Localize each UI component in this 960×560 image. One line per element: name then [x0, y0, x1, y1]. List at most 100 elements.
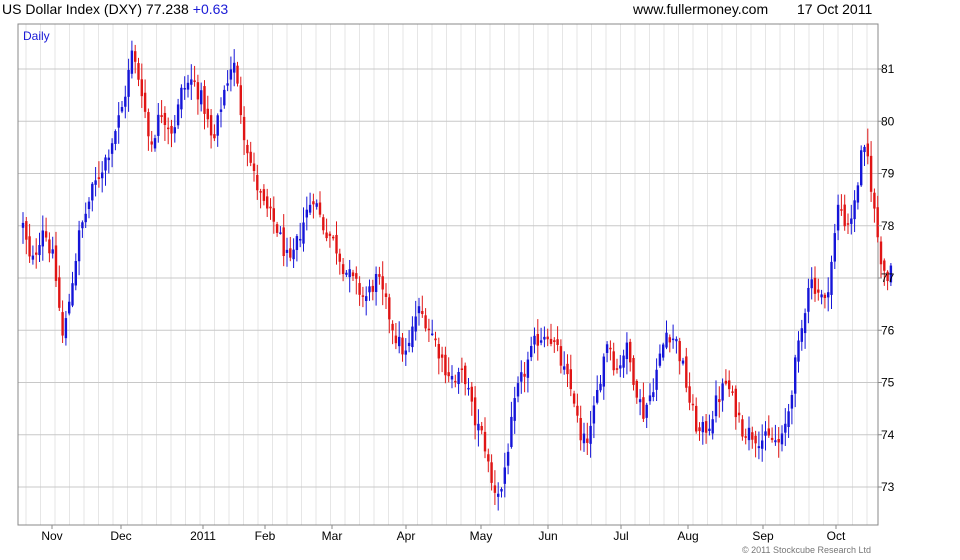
- candlestick: [318, 191, 322, 218]
- candlestick: [226, 70, 229, 92]
- candlestick: [407, 330, 411, 353]
- candlestick: [150, 130, 153, 152]
- candlestick: [856, 182, 860, 210]
- candlestick: [691, 394, 695, 411]
- y-tick-label: 75: [881, 376, 895, 390]
- candlestick: [741, 415, 744, 441]
- candlestick: [876, 195, 879, 243]
- candlestick: [285, 237, 289, 267]
- candlestick: [747, 416, 751, 451]
- candlestick: [658, 344, 662, 368]
- candlestick: [536, 319, 539, 361]
- candlestick: [704, 414, 708, 444]
- candlestick: [668, 334, 671, 353]
- x-tick-label: Feb: [255, 529, 276, 543]
- candlestick: [767, 415, 770, 438]
- candlestick: [553, 337, 556, 353]
- candlestick: [302, 207, 305, 252]
- candlestick: [140, 63, 143, 108]
- candlestick: [374, 266, 378, 306]
- candlestick: [28, 223, 31, 263]
- candlestick: [655, 358, 658, 401]
- candlestick: [338, 248, 341, 275]
- price-chart: Daily 73 74 75 76 77 78 79 80 81 Nov Dec 2011 Feb Ma…: [17, 23, 895, 543]
- candlestick: [289, 236, 292, 262]
- candlestick: [543, 326, 546, 348]
- x-tick-label: 2011: [190, 529, 216, 543]
- candlestick: [500, 487, 503, 498]
- candlestick: [671, 324, 675, 349]
- candlestick: [820, 289, 823, 305]
- candlestick: [213, 124, 216, 142]
- candlestick: [563, 351, 566, 375]
- candlestick: [421, 295, 424, 318]
- candlestick: [120, 100, 124, 114]
- candlestick: [190, 64, 193, 100]
- x-tick-label: Aug: [677, 529, 698, 543]
- candlestick: [94, 167, 97, 197]
- candlestick: [206, 95, 209, 128]
- candlestick: [800, 319, 803, 351]
- candlestick: [282, 214, 285, 267]
- candlestick: [147, 108, 150, 151]
- candlestick: [813, 266, 817, 302]
- candlestick: [64, 310, 68, 346]
- candlestick: [322, 214, 325, 235]
- candlestick: [810, 267, 813, 300]
- candlestick: [348, 259, 351, 293]
- candlestick: [477, 409, 480, 447]
- candlestick: [780, 425, 784, 452]
- candlestick: [602, 353, 605, 400]
- candlestick: [368, 279, 371, 301]
- x-tick-label: Dec: [110, 529, 131, 543]
- candlestick: [44, 217, 48, 242]
- candlestick: [840, 194, 843, 216]
- candlestick: [546, 328, 549, 347]
- candlestick: [523, 362, 526, 393]
- candlestick: [173, 115, 176, 143]
- x-tick-label: May: [470, 529, 493, 543]
- candlestick: [615, 358, 619, 374]
- y-tick-label: 79: [881, 167, 895, 181]
- x-tick-label: Sep: [752, 529, 774, 543]
- candlestick: [586, 422, 589, 456]
- x-tick-label: Apr: [397, 529, 416, 543]
- candlestick: [823, 292, 827, 309]
- candlesticks: [21, 40, 893, 511]
- candlestick: [869, 141, 873, 202]
- candlestick: [774, 424, 777, 446]
- candlestick: [424, 308, 427, 332]
- candlestick: [718, 386, 721, 418]
- candlestick: [279, 226, 282, 235]
- candlestick: [761, 424, 764, 462]
- candlestick: [559, 339, 563, 374]
- candlestick: [262, 184, 266, 206]
- candlestick: [209, 109, 213, 149]
- candlestick: [843, 194, 846, 231]
- candlestick: [269, 198, 272, 220]
- candlestick: [520, 360, 523, 394]
- candlestick: [757, 431, 761, 460]
- candlestick: [510, 401, 513, 449]
- candlestick: [784, 408, 787, 446]
- y-tick-label: 78: [881, 219, 895, 233]
- candlestick: [295, 234, 299, 262]
- candlestick: [685, 347, 688, 393]
- candlestick: [219, 97, 223, 128]
- candlestick: [434, 331, 437, 347]
- candlestick: [731, 385, 734, 396]
- candlestick: [503, 452, 506, 498]
- candlestick: [160, 100, 163, 124]
- candlestick: [71, 271, 74, 308]
- candlestick: [790, 390, 794, 425]
- candlestick: [744, 428, 747, 445]
- candlestick: [701, 416, 704, 445]
- candlestick: [592, 396, 596, 439]
- candlestick: [216, 113, 219, 147]
- candlestick: [77, 220, 81, 276]
- candlestick: [229, 56, 233, 92]
- candlestick: [830, 255, 833, 310]
- candlestick: [450, 365, 454, 389]
- candlestick: [803, 308, 807, 349]
- candlestick: [582, 422, 586, 452]
